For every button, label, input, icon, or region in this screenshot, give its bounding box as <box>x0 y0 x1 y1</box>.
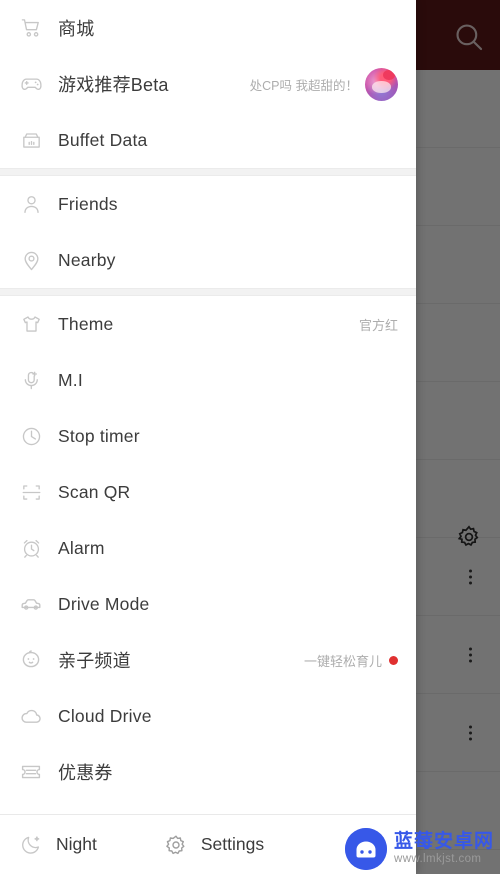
night-mode-button[interactable]: Night <box>14 830 97 860</box>
moon-icon <box>14 830 48 860</box>
menu-item-label: Friends <box>58 193 118 214</box>
menu-item-label: Scan QR <box>58 481 131 502</box>
menu-item-label: Alarm <box>58 537 105 558</box>
menu-item-label: Cloud Drive <box>58 705 152 726</box>
tshirt-icon <box>14 309 48 339</box>
status-badge <box>389 655 398 665</box>
coupon-icon <box>14 757 48 787</box>
menu-item-label: Drive Mode <box>58 593 150 614</box>
watermark-url: www.lmkjst.com <box>393 853 482 866</box>
menu-item-label: Nearby <box>58 249 116 270</box>
menu-item-shop[interactable]: 商城 <box>0 0 416 56</box>
watermark-title: 蓝莓安卓网 <box>393 831 494 853</box>
gamepad-icon <box>14 69 48 99</box>
menu-item-trailing: 处CP吗 我超甜的！ <box>249 67 398 101</box>
microphone-icon <box>14 365 48 395</box>
night-mode-label: Night <box>56 834 97 854</box>
cloud-icon <box>14 701 48 731</box>
menu-item-friends[interactable]: Friends <box>0 176 416 232</box>
clock-icon <box>14 421 48 451</box>
menu-item-parent-child-channel[interactable]: 亲子频道 一键轻松育儿 <box>0 632 416 688</box>
menu-item-stop-timer[interactable]: Stop timer <box>0 408 416 464</box>
menu-item-scan-qr[interactable]: Scan QR <box>0 464 416 520</box>
menu-item-hint: 一键轻松育儿 <box>303 653 382 669</box>
android-mascot-icon <box>344 828 387 870</box>
menu-item-alarm[interactable]: Alarm <box>0 520 416 576</box>
menu-item-buffet-data[interactable]: Buffet Data <box>0 112 416 168</box>
section-divider <box>0 288 416 296</box>
menu-item-cloud-drive[interactable]: Cloud Drive <box>0 688 416 744</box>
menu-item-mi[interactable]: M.I <box>0 352 416 408</box>
settings-label: Settings <box>200 834 265 854</box>
menu-item-coupon[interactable]: 优惠券 <box>0 744 416 800</box>
settings-button[interactable]: Settings <box>159 830 264 860</box>
avatar[interactable] <box>365 67 398 101</box>
menu-item-hint: 处CP吗 我超甜的！ <box>249 78 358 93</box>
gear-icon <box>159 830 193 860</box>
menu-item-label: Buffet Data <box>58 129 148 150</box>
menu-item-label: M.I <box>58 369 83 390</box>
watermark: 蓝莓安卓网 www.lmkjst.com <box>344 828 494 870</box>
menu-item-theme[interactable]: Theme 官方红 <box>0 296 416 352</box>
menu-item-trailing: 官方红 <box>359 315 398 334</box>
data-box-icon <box>14 125 48 155</box>
alarm-clock-icon <box>14 533 48 563</box>
menu-item-drive-mode[interactable]: Drive Mode <box>0 576 416 632</box>
drawer-menu-list[interactable]: 商城 游戏推荐Beta 处CP吗 我超甜的！ Buffet Data Frien… <box>0 0 416 814</box>
shopping-cart-icon <box>14 13 48 43</box>
menu-item-label: 游戏推荐Beta <box>58 75 169 95</box>
car-icon <box>14 589 48 619</box>
menu-item-label: 优惠券 <box>58 763 113 783</box>
menu-item-trailing: 一键轻松育儿 <box>304 651 398 670</box>
section-divider <box>0 168 416 176</box>
watermark-text: 蓝莓安卓网 www.lmkjst.com <box>394 832 494 866</box>
menu-item-label: 商城 <box>58 19 95 39</box>
menu-item-nearby[interactable]: Nearby <box>0 232 416 288</box>
menu-item-label: 亲子频道 <box>58 651 131 671</box>
location-pin-icon <box>14 245 48 275</box>
menu-item-game-recommend[interactable]: 游戏推荐Beta 处CP吗 我超甜的！ <box>0 56 416 112</box>
scan-qr-icon <box>14 477 48 507</box>
navigation-drawer: 商城 游戏推荐Beta 处CP吗 我超甜的！ Buffet Data Frien… <box>0 0 416 874</box>
baby-face-icon <box>14 645 48 675</box>
person-icon <box>14 189 48 219</box>
menu-item-label: Stop timer <box>58 425 140 446</box>
menu-item-label: Theme <box>58 313 114 334</box>
menu-item-hint: 官方红 <box>358 317 398 333</box>
